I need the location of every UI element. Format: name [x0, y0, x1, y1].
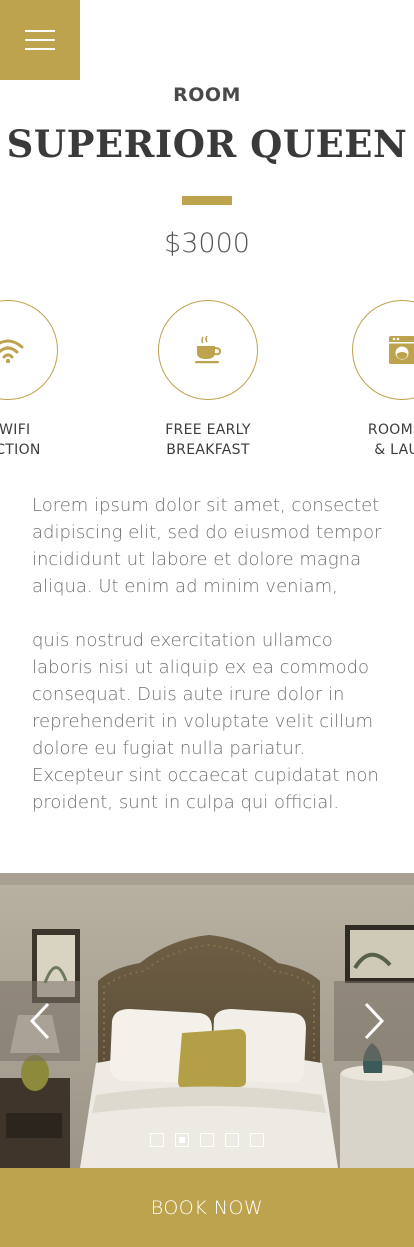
amenity-label: T WIFI NECTION — [0, 420, 98, 460]
hamburger-icon-bar — [25, 39, 55, 41]
slider-pagination — [150, 1133, 264, 1147]
description-paragraph: quis nostrud exercitation ullamco labori… — [32, 630, 379, 813]
chevron-left-icon — [29, 1002, 50, 1040]
title-divider — [182, 196, 232, 205]
room-label: ROOM — [173, 84, 241, 106]
room-title: SUPERIOR QUEEN — [6, 122, 408, 166]
amenity-circle — [0, 300, 58, 400]
slider-next-button[interactable] — [334, 981, 414, 1061]
amenities-carousel: T WIFI NECTION FREE EARLY BREAKFAST — [0, 300, 414, 470]
amenity-label-line: T WIFI — [0, 422, 31, 438]
menu-button[interactable] — [0, 0, 80, 80]
hamburger-icon — [25, 30, 55, 32]
slider-dot-3[interactable] — [200, 1133, 214, 1147]
amenity-label: FREE EARLY BREAKFAST — [118, 420, 298, 460]
slider-dot-4[interactable] — [225, 1133, 239, 1147]
room-price: $3000 — [164, 228, 250, 259]
amenity-circle — [352, 300, 414, 400]
amenity-wifi: T WIFI NECTION — [0, 300, 98, 460]
slider-dot-1[interactable] — [150, 1133, 164, 1147]
slider-prev-button[interactable] — [0, 981, 80, 1061]
room-photo-slider — [0, 873, 414, 1168]
washing-machine-icon — [389, 336, 414, 364]
amenity-label-line: FREE EARLY — [165, 422, 251, 438]
chevron-right-icon — [364, 1002, 385, 1040]
slider-dot-2[interactable] — [175, 1133, 189, 1147]
amenity-label-line: BREAKFAST — [166, 442, 250, 458]
amenity-label: ROOM SE & LAUN — [312, 420, 414, 460]
amenity-label-line: ROOM SE — [367, 422, 414, 438]
amenity-circle — [158, 300, 258, 400]
amenity-breakfast: FREE EARLY BREAKFAST — [118, 300, 298, 460]
description-paragraph: Lorem ipsum dolor sit amet, consectet ad… — [32, 495, 382, 597]
slider-dot-5[interactable] — [250, 1133, 264, 1147]
book-now-button[interactable]: BOOK NOW — [0, 1168, 414, 1247]
coffee-cup-icon — [195, 335, 222, 364]
wifi-icon — [0, 339, 24, 364]
room-description: Lorem ipsum dolor sit amet, consectet ad… — [32, 492, 392, 843]
amenity-room-service: ROOM SE & LAUN — [312, 300, 414, 460]
hamburger-icon-bar — [25, 48, 55, 50]
amenity-label-line: NECTION — [0, 442, 41, 458]
amenity-label-line: & LAUN — [374, 442, 414, 458]
